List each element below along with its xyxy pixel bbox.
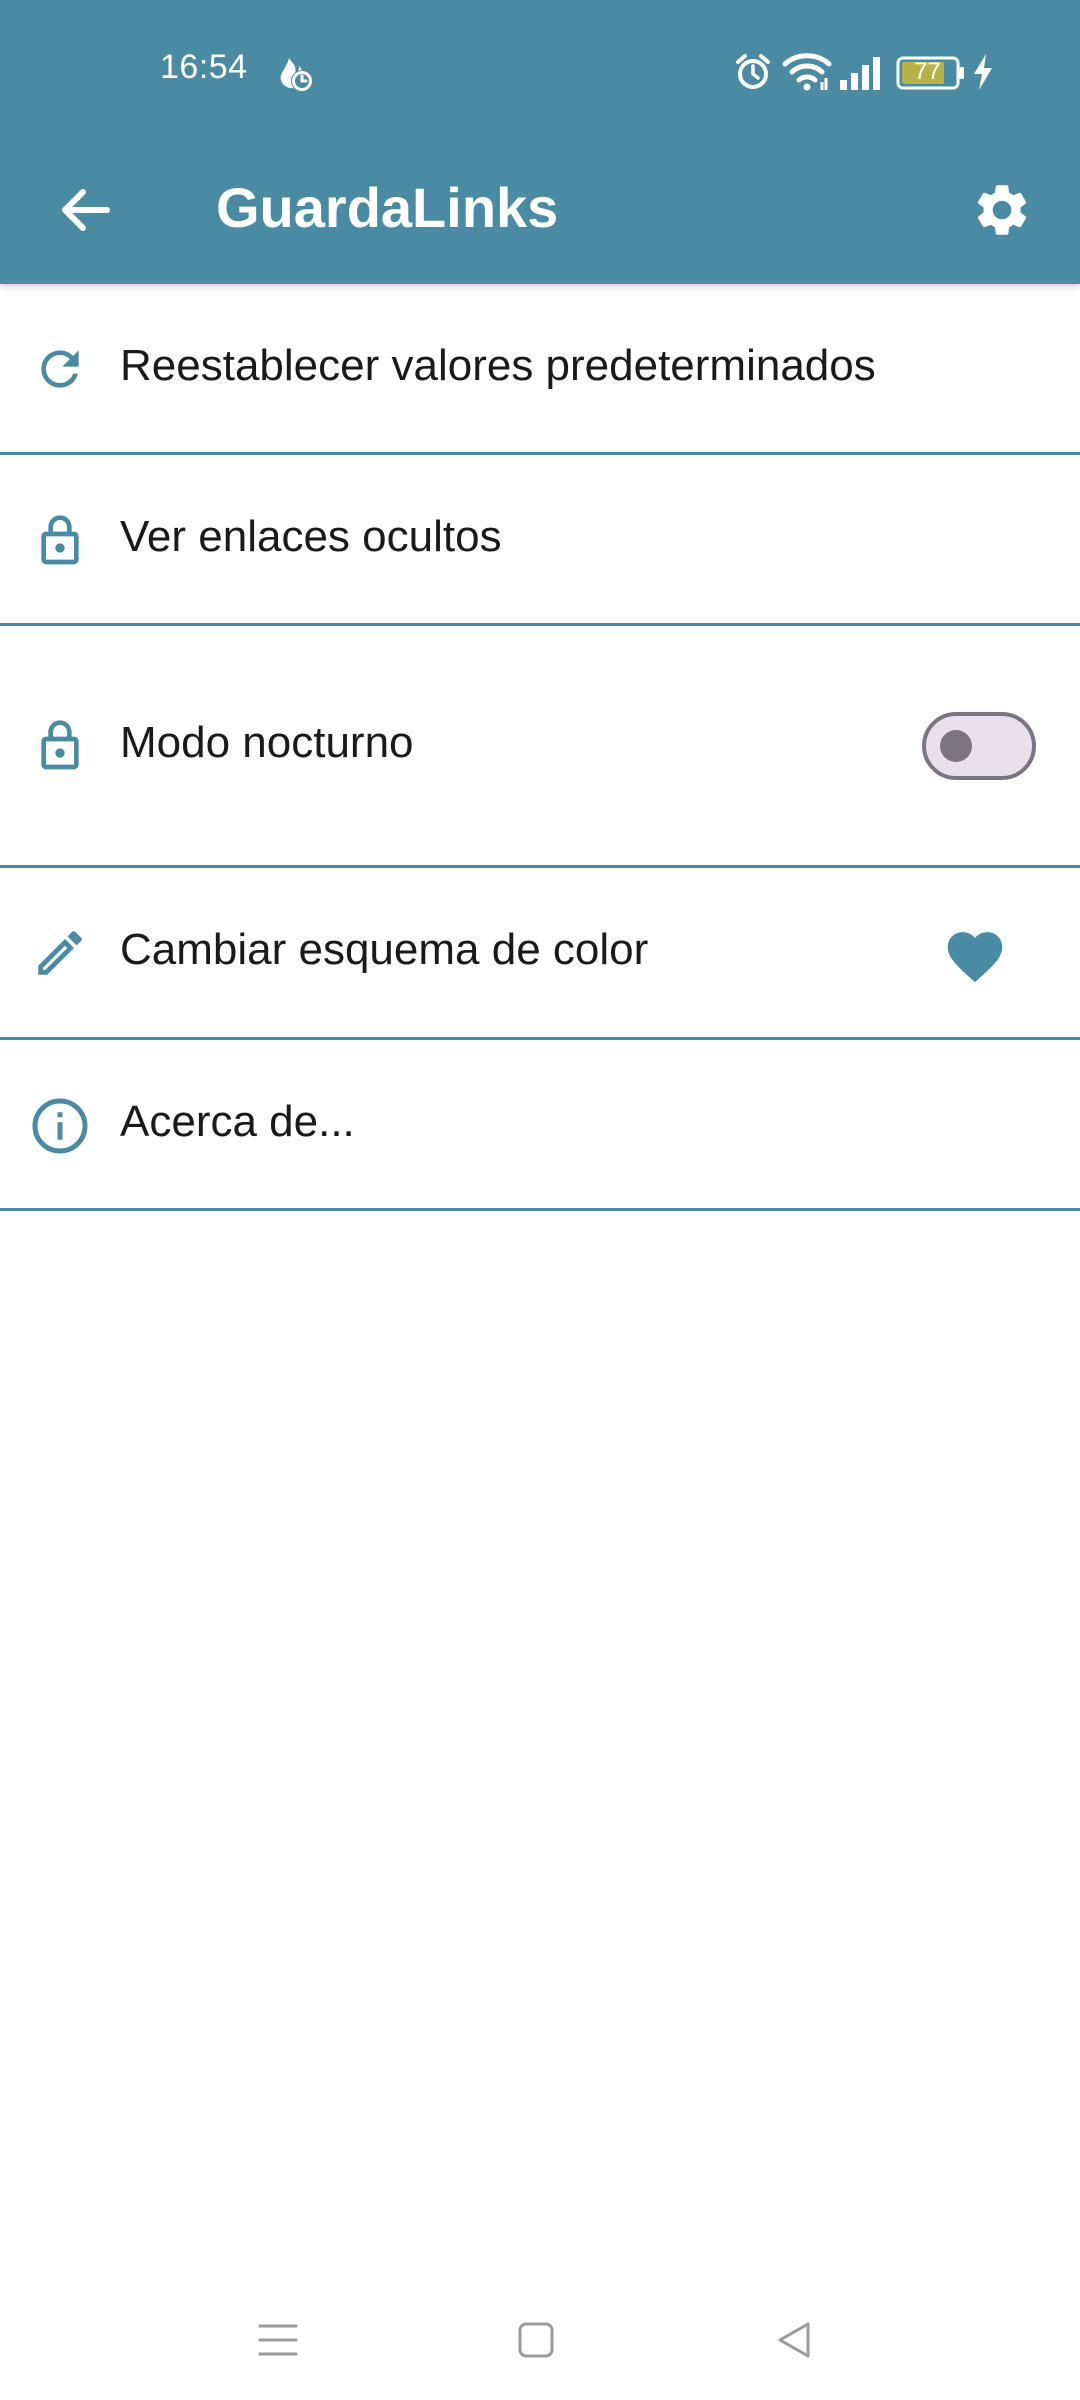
refresh-icon <box>28 337 92 401</box>
lock-icon <box>28 509 92 573</box>
alarm-icon <box>736 54 770 89</box>
app-bar: GuardaLinks <box>0 140 1080 284</box>
settings-button[interactable] <box>952 160 1052 260</box>
menu-icon <box>258 2324 298 2356</box>
charging-icon <box>974 54 992 90</box>
color-scheme-item[interactable]: Cambiar esquema de color <box>0 868 1080 1040</box>
color-scheme-label: Cambiar esquema de color <box>120 925 649 974</box>
hidden-links-label: Ver enlaces ocultos <box>120 512 502 561</box>
wifi-icon <box>782 53 832 91</box>
gear-icon <box>977 185 1027 235</box>
back-triangle-icon <box>778 2322 810 2358</box>
info-icon <box>28 1094 92 1158</box>
back-button[interactable] <box>40 165 130 255</box>
signal-icon <box>840 57 880 90</box>
recent-apps-button[interactable] <box>248 2310 308 2370</box>
arrow-left-icon <box>62 189 110 231</box>
notification-app-icon <box>280 58 313 92</box>
back-nav-button[interactable] <box>764 2310 824 2370</box>
hidden-links-item[interactable]: Ver enlaces ocultos <box>0 455 1080 626</box>
reset-defaults-label: Reestablecer valores predeterminados <box>120 341 876 390</box>
settings-screen: 16:54 77 GuardaLinks Reestablecer valore… <box>0 0 1080 2400</box>
toggle-knob <box>940 730 972 762</box>
settings-list: Reestablecer valores predeterminados Ver… <box>0 284 1080 1211</box>
system-nav-bar <box>0 2290 1080 2380</box>
header: 16:54 77 GuardaLinks <box>0 0 1080 284</box>
night-mode-label: Modo nocturno <box>120 718 414 767</box>
status-bar: 16:54 77 <box>0 0 1080 140</box>
pencil-icon <box>28 921 92 985</box>
home-button[interactable] <box>506 2310 566 2370</box>
lock-icon <box>28 714 92 778</box>
about-item[interactable]: Acerca de... <box>0 1040 1080 1211</box>
night-mode-toggle[interactable] <box>922 712 1036 780</box>
heart-icon <box>947 932 1003 983</box>
status-time: 16:54 <box>160 48 248 86</box>
color-scheme-swatch[interactable] <box>940 922 1010 986</box>
reset-defaults-item[interactable]: Reestablecer valores predeterminados <box>0 284 1080 455</box>
about-label: Acerca de... <box>120 1097 355 1146</box>
night-mode-item[interactable]: Modo nocturno <box>0 626 1080 868</box>
app-title: GuardaLinks <box>216 176 559 239</box>
home-square-icon <box>518 2322 554 2358</box>
battery-level: 77 <box>914 58 941 85</box>
